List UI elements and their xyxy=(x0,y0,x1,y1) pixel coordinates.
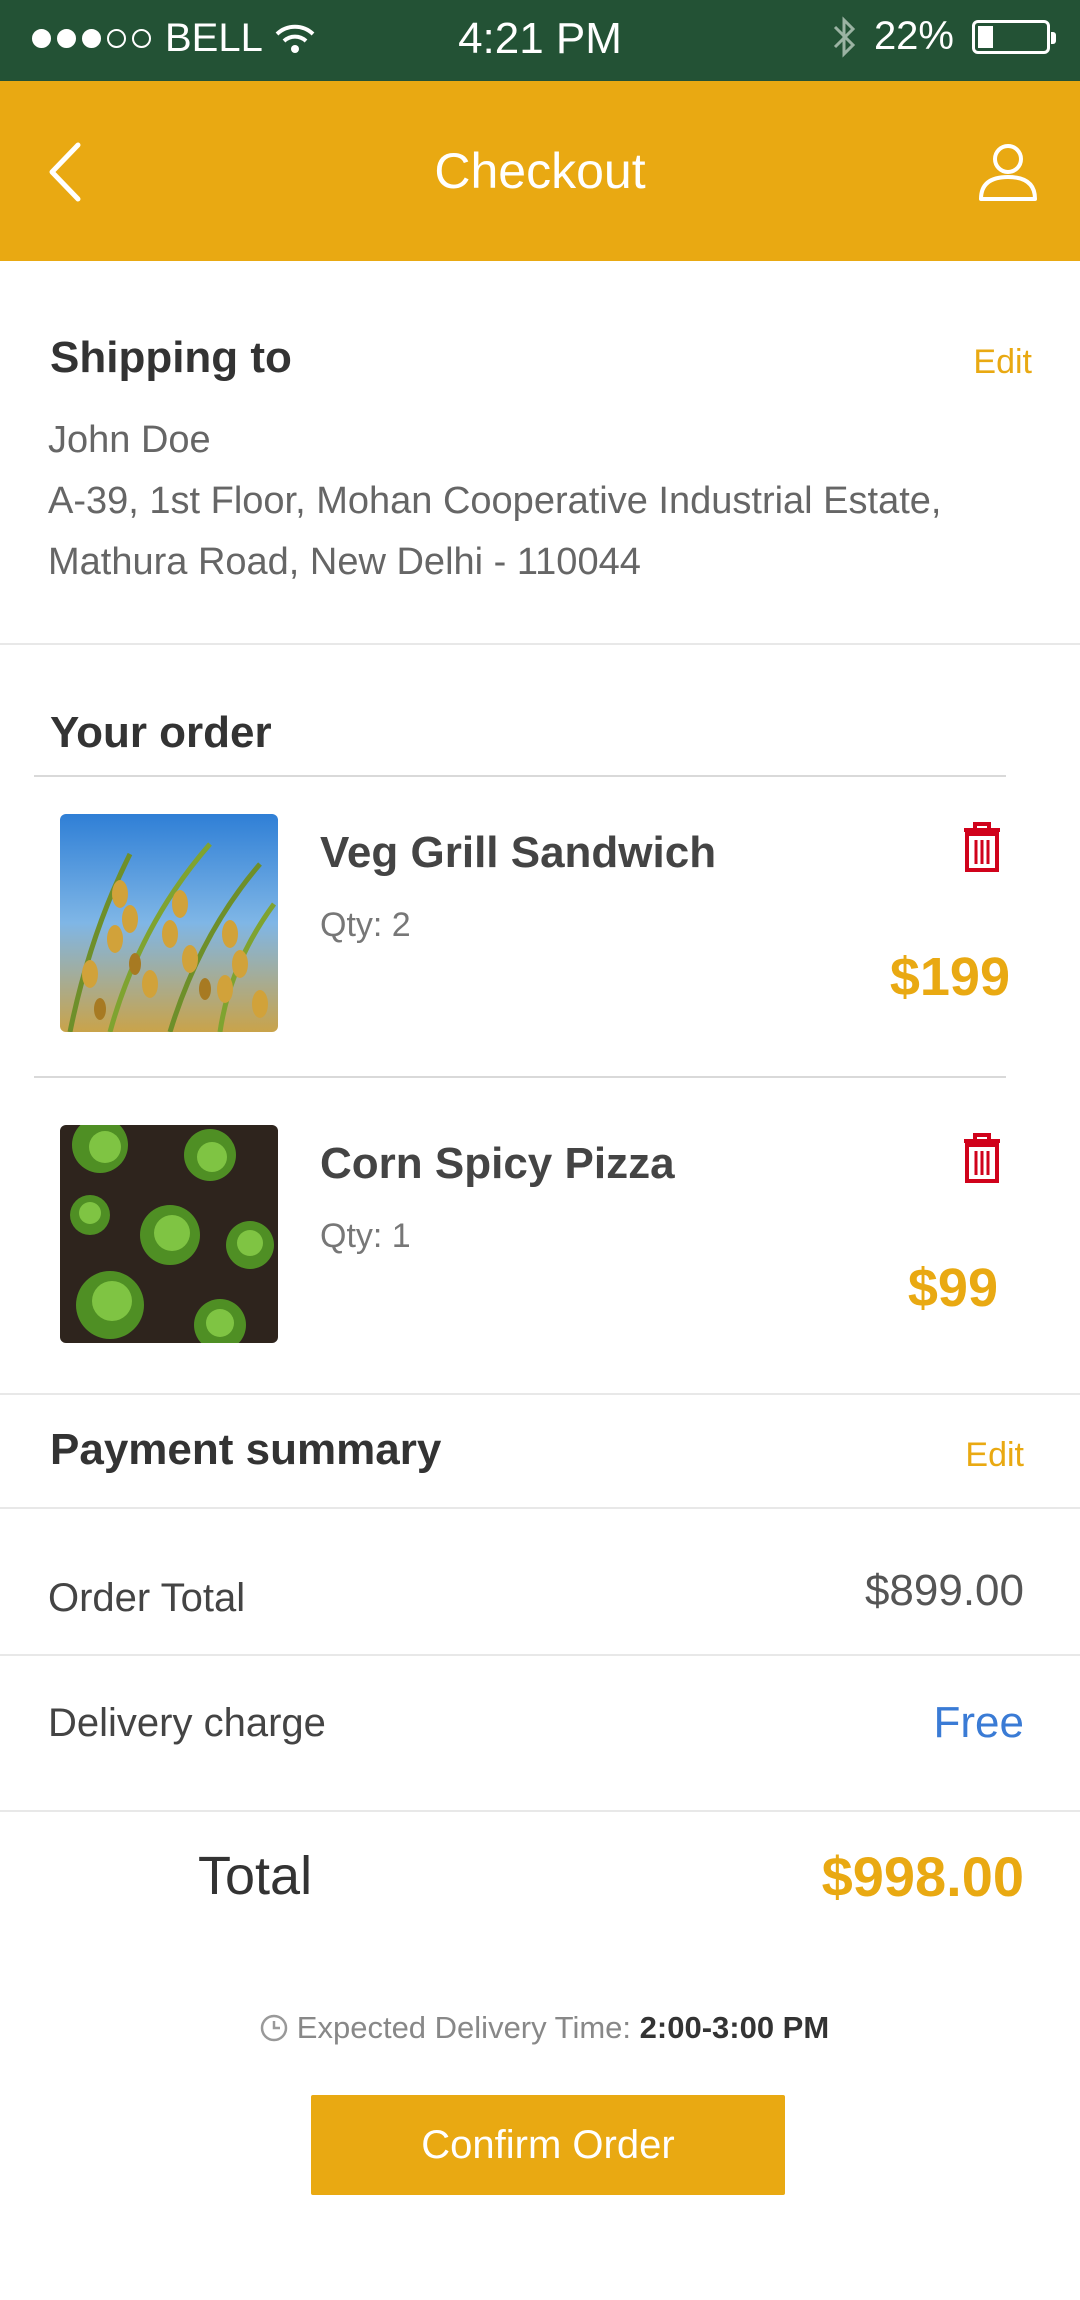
item-image-rice xyxy=(60,814,278,1032)
status-right: 22% xyxy=(832,14,1056,59)
item-name: Veg Grill Sandwich xyxy=(320,828,717,877)
shipping-title: Shipping to xyxy=(50,333,292,382)
delivery-time-label: Expected Delivery Time: xyxy=(296,2010,632,2045)
shipping-name: John Doe xyxy=(48,419,211,461)
shipping-address-line2: Mathura Road, New Delhi - 110044 xyxy=(48,541,641,583)
navbar: Checkout xyxy=(0,81,1080,261)
item-image-lettuce xyxy=(60,1125,278,1343)
divider xyxy=(0,1507,1080,1509)
delivery-time-value: 2:00-3:00 PM xyxy=(639,2010,830,2045)
order-total-label: Order Total xyxy=(48,1576,246,1620)
divider xyxy=(0,1810,1080,1812)
item-price: $99 xyxy=(907,1258,998,1318)
total-value: $998.00 xyxy=(821,1845,1024,1908)
battery-icon xyxy=(972,19,1056,54)
delivery-charge-label: Delivery charge xyxy=(48,1701,326,1745)
shipping-edit-link[interactable]: Edit xyxy=(973,343,1032,382)
clock-icon xyxy=(260,2014,288,2042)
total-label: Total xyxy=(198,1846,313,1906)
trash-icon[interactable] xyxy=(960,1131,1004,1185)
trash-icon[interactable] xyxy=(960,820,1004,874)
order-title: Your order xyxy=(50,708,272,757)
page-title: Checkout xyxy=(434,143,646,199)
bluetooth-icon xyxy=(833,15,856,58)
item-qty: Qty: 2 xyxy=(320,906,411,944)
delivery-charge-value: Free xyxy=(933,1698,1024,1747)
item-price: $199 xyxy=(889,947,1010,1007)
order-item: Veg Grill Sandwich Qty: 2 $199 xyxy=(0,814,1080,1114)
order-total-value: $899.00 xyxy=(864,1566,1024,1615)
divider xyxy=(34,775,1006,777)
profile-icon[interactable] xyxy=(976,139,1040,203)
battery-percent: 22% xyxy=(873,14,954,58)
item-qty: Qty: 1 xyxy=(320,1217,411,1255)
divider xyxy=(0,1393,1080,1395)
payment-title: Payment summary xyxy=(50,1425,442,1474)
order-item: Corn Spicy Pizza Qty: 1 $99 xyxy=(0,1125,1080,1425)
confirm-order-button[interactable]: Confirm Order xyxy=(311,2095,785,2195)
divider xyxy=(0,1654,1080,1656)
payment-edit-link[interactable]: Edit xyxy=(965,1436,1024,1475)
item-name: Corn Spicy Pizza xyxy=(320,1139,675,1188)
status-bar: BELL 4:21 PM 22% xyxy=(0,0,1080,81)
divider xyxy=(0,643,1080,645)
divider xyxy=(34,1076,1006,1078)
shipping-address-line1: A-39, 1st Floor, Mohan Cooperative Indus… xyxy=(48,480,942,522)
delivery-time: Expected Delivery Time: 2:00-3:00 PM xyxy=(0,2010,1080,2046)
